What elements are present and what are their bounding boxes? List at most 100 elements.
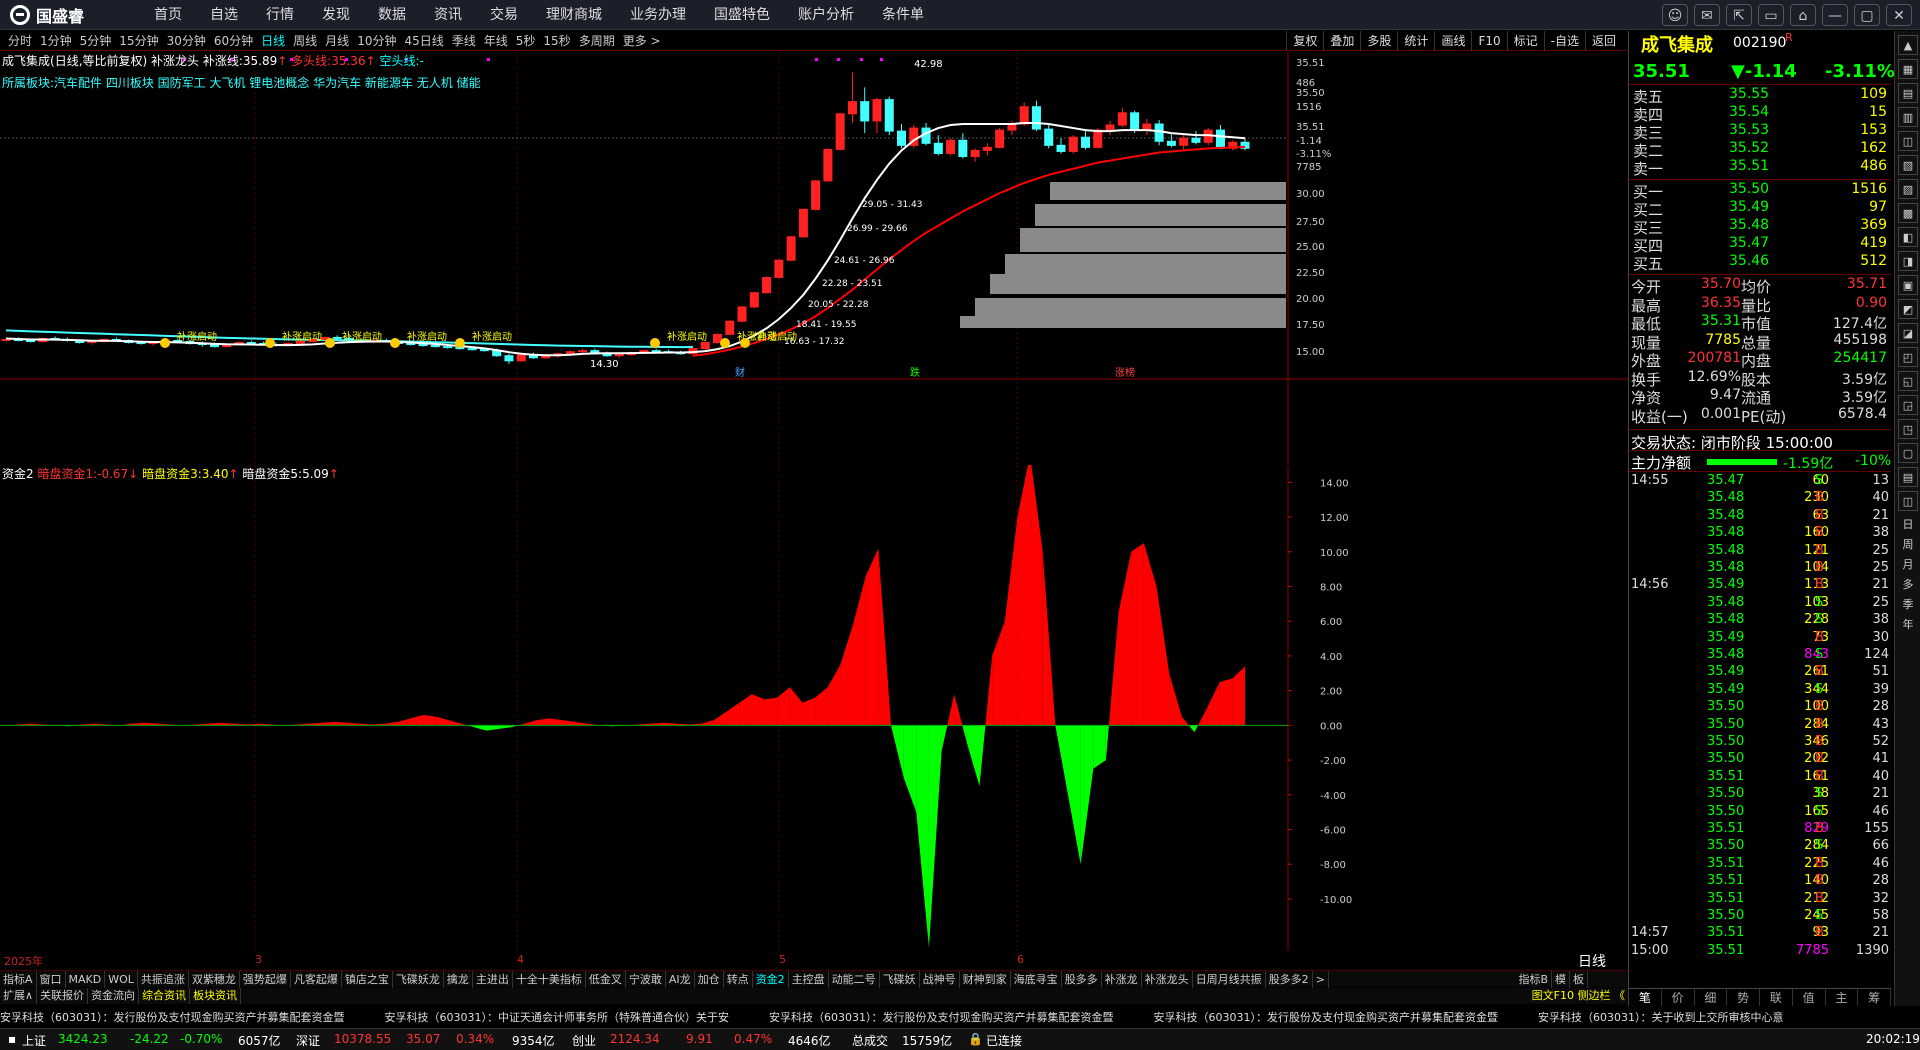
candle-body[interactable] [1215,129,1225,149]
nav-item-10[interactable]: 账户分析 [784,0,868,30]
candle-body[interactable] [933,142,943,154]
indicator-tab-21[interactable]: 飞碟妖 [880,971,920,988]
indicator-tab-25[interactable]: 股多多 [1062,971,1102,988]
split-icon[interactable]: ◧ [1898,227,1918,247]
side-period-2[interactable]: 月 [1898,555,1918,573]
indicator-tab-3[interactable]: WOL [105,971,138,988]
bid-price[interactable]: 35.46 [1729,253,1769,269]
indicator-right-1[interactable]: 模 [1552,971,1570,988]
indicator-tab-6[interactable]: 强势起爆 [240,971,291,988]
chart-tool-2[interactable]: 多股 [1360,31,1397,51]
indicator-tab-20[interactable]: 动能二号 [829,971,880,988]
zone1-icon[interactable]: ◰ [1898,347,1918,367]
indicator-tab-29[interactable]: 股多多2 [1266,971,1313,988]
chat-icon[interactable]: ☺ [1662,4,1688,26]
chart-tool-4[interactable]: 画线 [1434,31,1471,51]
candle-body[interactable] [762,276,772,294]
box-icon[interactable]: ▣ [1898,275,1918,295]
grid-icon[interactable]: ▦ [1898,59,1918,79]
bid-price[interactable]: 35.48 [1729,217,1769,233]
news-item[interactable]: 安孚科技（603031）：发行股份及支付现金购买资产并募集配套资金暨 [0,1008,345,1026]
candle-body[interactable] [1117,112,1127,126]
nav-item-11[interactable]: 条件单 [868,0,938,30]
indicator-tab-12[interactable]: 十全十美指标 [513,971,586,988]
candle-body[interactable] [749,292,759,308]
candle-body[interactable] [246,342,256,345]
candle-body[interactable] [1068,136,1078,152]
ask-price[interactable]: 35.51 [1729,158,1769,174]
bid-price[interactable]: 35.49 [1729,199,1769,215]
period-tab-13[interactable]: 5秒 [512,31,540,51]
period-tab-3[interactable]: 15分钟 [115,31,162,51]
candle-body[interactable] [1166,140,1176,146]
candle-body[interactable] [565,351,575,355]
indicator-tab-22[interactable]: 战神号 [920,971,960,988]
nav-item-0[interactable]: 首页 [140,0,196,30]
nav-item-3[interactable]: 发现 [308,0,364,30]
nav-item-5[interactable]: 资讯 [420,0,476,30]
candle-body[interactable] [995,129,1005,148]
indicator-tab-11[interactable]: 主进出 [473,971,513,988]
home-icon[interactable]: ⌂ [1790,4,1816,26]
candle-body[interactable] [970,149,980,158]
indicator-tab-10[interactable]: 擒龙 [444,971,473,988]
zone4-icon[interactable]: ◳ [1898,419,1918,439]
nav-item-1[interactable]: 自选 [196,0,252,30]
bottom-tab-0[interactable]: 扩展∧ [0,988,38,1004]
chart-icon[interactable]: ▧ [1898,155,1918,175]
nav-item-9[interactable]: 国盛特色 [700,0,784,30]
detail-tab-7[interactable]: 筹 [1858,989,1891,1006]
indicator-right-2[interactable]: 板 [1570,971,1588,988]
candle-body[interactable] [443,346,453,349]
candle-body[interactable] [774,259,784,278]
zone2-icon[interactable]: ◱ [1898,371,1918,391]
candle-body[interactable] [737,306,747,322]
sz-label[interactable]: 深证 [296,1032,320,1049]
candle-body[interactable] [786,236,796,261]
bottom-tab-2[interactable]: 资金流向 [88,988,140,1004]
indicator-tab-17[interactable]: 转点 [724,971,753,988]
bid-price[interactable]: 35.50 [1729,181,1769,197]
candle-body[interactable] [1044,128,1054,146]
layer-icon[interactable]: ◩ [1898,299,1918,319]
ask-price[interactable]: 35.54 [1729,104,1769,120]
candle-body[interactable] [1142,123,1152,130]
indicator-tab-19[interactable]: 主控盘 [789,971,829,988]
candle-body[interactable] [1191,137,1201,143]
detail-tab-2[interactable]: 细 [1695,989,1728,1006]
side-period-5[interactable]: 年 [1898,615,1918,633]
candle-body[interactable] [1105,124,1115,131]
nav-item-2[interactable]: 行情 [252,0,308,30]
news-item[interactable]: 安孚科技（603031）：中证天通会计师事务所（特殊普通合伙）关于安 [385,1008,730,1026]
candle-body[interactable] [725,320,735,335]
layout-icon[interactable]: ◪ [1898,323,1918,343]
rsi-icon[interactable]: ▢ [1898,443,1918,463]
indicator-tab-15[interactable]: AI龙 [666,971,695,988]
bottom-tab-4[interactable]: 板块资讯 [190,988,242,1004]
period-tab-7[interactable]: 周线 [289,31,321,51]
sh-label[interactable]: 上证 [22,1032,46,1049]
side-period-0[interactable]: 日 [1898,515,1918,533]
period-tab-1[interactable]: 1分钟 [36,31,76,51]
period-tab-10[interactable]: 45日线 [400,31,447,51]
layout-icon[interactable]: ▭ [1758,4,1784,26]
event-marker[interactable]: 跌 [910,366,920,379]
candle-body[interactable] [946,139,956,154]
candle-body[interactable] [1,338,11,341]
candle-body[interactable] [418,344,428,347]
indicator-tab-27[interactable]: 补涨龙头 [1142,971,1193,988]
chart-tool-7[interactable]: -自选 [1543,31,1585,51]
candle-body[interactable] [651,350,661,353]
candle-body[interactable] [614,354,624,357]
candle-body[interactable] [860,101,870,122]
period-tab-14[interactable]: 15秒 [539,31,574,51]
detail-tab-0[interactable]: 笔 [1629,989,1662,1006]
detail-tab-4[interactable]: 联 [1760,989,1793,1006]
table-icon[interactable]: ▥ [1898,107,1918,127]
candle-body[interactable] [578,350,588,353]
indicator-tab-2[interactable]: MAKD [66,971,106,988]
indicator-tab-5[interactable]: 双紫穗龙 [189,971,240,988]
period-tab-16[interactable]: 更多 > [619,31,665,51]
ask-price[interactable]: 35.52 [1729,140,1769,156]
chart-tool-6[interactable]: 标记 [1506,31,1544,51]
